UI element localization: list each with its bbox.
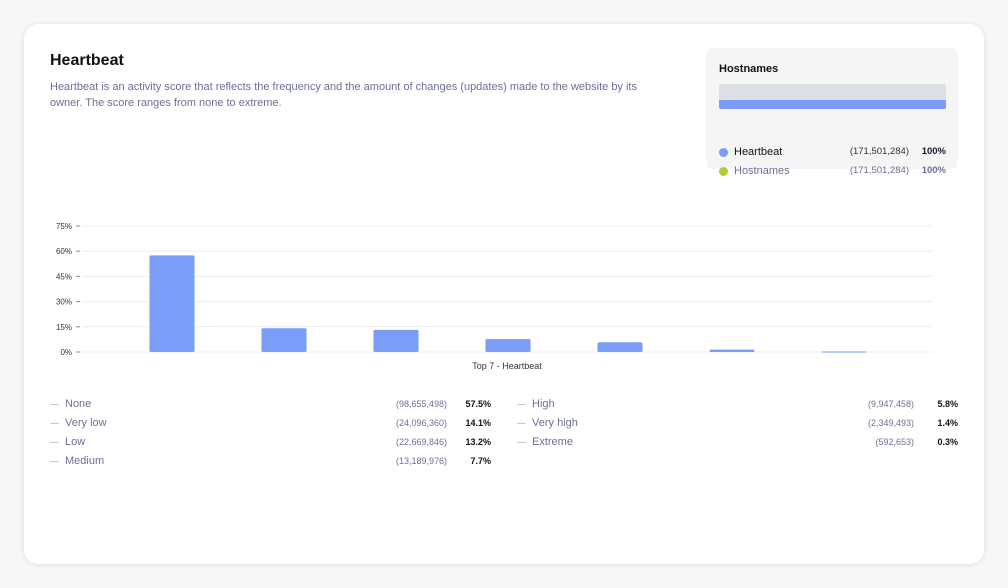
legend-dash-icon: [517, 423, 526, 424]
legend-item-medium[interactable]: Medium (13,189,976) 7.7%: [50, 455, 491, 469]
legend-count: (9,947,458): [867, 399, 914, 409]
legend-dash-icon: [517, 442, 526, 443]
legend-item-extreme[interactable]: Extreme (592,653) 0.3%: [517, 436, 958, 450]
legend-percent: 5.8%: [937, 399, 958, 409]
legend-percent: 1.4%: [937, 418, 958, 428]
bar-none[interactable]: [149, 255, 195, 352]
legend-name: High: [532, 398, 555, 410]
legend-percent: 57.5%: [465, 399, 491, 409]
legend-item-high[interactable]: High (9,947,458) 5.8%: [517, 398, 958, 412]
legend-percent: 0.3%: [937, 437, 958, 447]
heartbeat-bar-chart: 0% 15% 30% 45% 60% 75% Top 7 - Heartbeat: [56, 222, 932, 371]
bar-medium[interactable]: [485, 339, 531, 352]
legend-name: Very high: [532, 417, 578, 429]
bar-high[interactable]: [597, 342, 643, 352]
legend-percent: 13.2%: [465, 437, 491, 447]
y-tick-label: 0%: [60, 348, 72, 357]
legend-name: Low: [65, 436, 86, 448]
legend-dash-icon: [50, 442, 59, 443]
bar-extreme[interactable]: [821, 351, 867, 353]
legend-name: None: [65, 398, 92, 410]
y-tick-label: 30%: [56, 298, 72, 307]
legend-percent: 14.1%: [465, 418, 491, 428]
legend-item-very-high[interactable]: Very high (2,349,493) 1.4%: [517, 417, 958, 431]
legend-dash-icon: [50, 404, 59, 405]
y-tick-label: 60%: [56, 247, 72, 256]
legend-item-low[interactable]: Low (22,669,846) 13.2%: [50, 436, 491, 450]
legend-name: Very low: [65, 417, 107, 429]
legend-count: (22,669,846): [395, 437, 447, 447]
legend-count: (2,349,493): [867, 418, 914, 428]
heartbeat-card: Heartbeat Heartbeat is an activity score…: [24, 24, 984, 564]
y-tick-label: 15%: [56, 323, 72, 332]
legend-item-none[interactable]: None (98,655,498) 57.5%: [50, 398, 491, 412]
bar-very-high[interactable]: [709, 349, 755, 352]
bar-low[interactable]: [373, 329, 419, 352]
legend-count: (13,189,976): [395, 456, 447, 466]
legend-name: Extreme: [532, 436, 573, 448]
legend-dash-icon: [517, 404, 526, 405]
legend-dash-icon: [50, 423, 59, 424]
legend-name: Medium: [65, 455, 105, 467]
y-tick-label: 45%: [56, 272, 72, 281]
legend-dash-icon: [50, 461, 59, 462]
x-axis-label: Top 7 - Heartbeat: [472, 361, 542, 371]
bar-very-low[interactable]: [261, 328, 307, 352]
legend-count: (24,096,360): [395, 418, 447, 428]
y-tick-label: 75%: [56, 222, 72, 231]
legend-item-very-low[interactable]: Very low (24,096,360) 14.1%: [50, 417, 491, 431]
legend-count: (592,653): [875, 437, 914, 447]
legend-percent: 7.7%: [470, 456, 491, 466]
legend-count: (98,655,498): [395, 399, 447, 409]
